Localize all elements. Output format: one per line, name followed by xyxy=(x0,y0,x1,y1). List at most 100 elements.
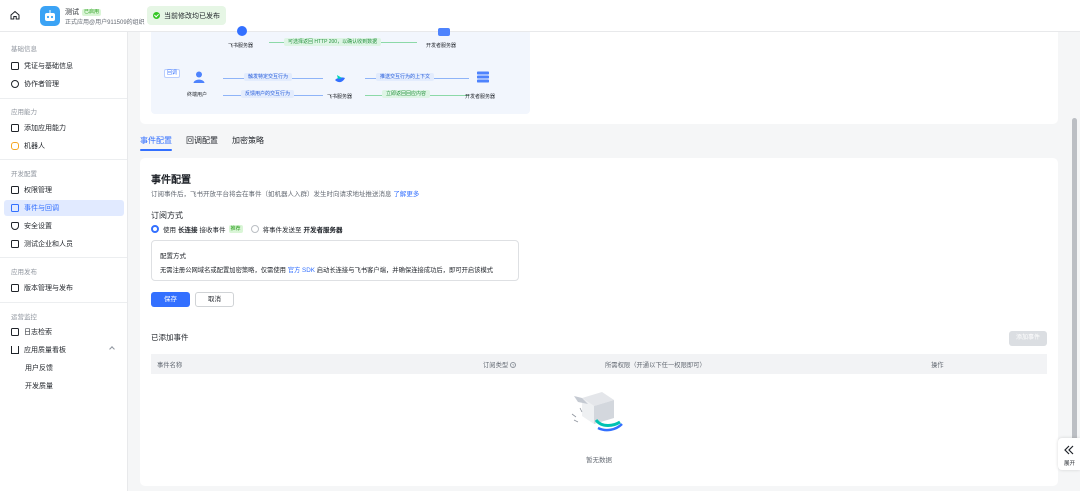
upload-icon xyxy=(11,284,19,292)
save-button[interactable]: 保存 xyxy=(151,292,190,307)
sidebar-group-title: 基础信息 xyxy=(11,46,37,53)
flow-diagram-card: 飞书服务器 可选择返回 HTTP 200，以确认收到数据 开发者服务器 回调 终… xyxy=(140,26,1058,124)
cancel-button[interactable]: 取消 xyxy=(195,292,234,307)
shield-icon xyxy=(11,222,19,230)
app-logo xyxy=(40,6,60,26)
dev-server-icon xyxy=(438,28,450,36)
expand-label: 展开 xyxy=(1064,461,1076,467)
sidebar-item-feedback[interactable]: 用户反馈 xyxy=(4,360,124,376)
feishu-logo-icon xyxy=(335,75,345,83)
app-name: 测试 已启用 xyxy=(65,7,102,17)
flow-diagram: 飞书服务器 可选择返回 HTTP 200，以确认收到数据 开发者服务器 回调 终… xyxy=(151,26,530,114)
expand-panel-button[interactable]: 展开 xyxy=(1058,438,1080,470)
diagram-pill: 推送交互行为的上下文 xyxy=(376,73,435,81)
diagram-tag: 回调 xyxy=(164,69,181,78)
event-config-card: 事件配置 订阅事件后，飞书开放平台将会在事件（如机器人入群）发生时向请求地址推送… xyxy=(140,158,1058,486)
sidebar: 基础信息 凭证与基础信息 协作者管理 应用能力 添加应用能力 机器人 开发配置 … xyxy=(0,32,128,491)
column-header-subscribe-type: 订阅类型? xyxy=(483,360,517,369)
sidebar-group-title: 开发配置 xyxy=(11,171,37,178)
diagram-label: 飞书服务器 xyxy=(228,43,254,49)
sidebar-item-test-org[interactable]: 测试企业和人员 xyxy=(4,236,124,252)
divider xyxy=(0,302,127,303)
description-text: 订阅事件后，飞书开放平台将会在事件（如机器人入群）发生时向请求地址推送消息 xyxy=(151,191,392,198)
column-header: 所需权限（开通以下任一权限即可） xyxy=(605,362,706,369)
page-scrollbar[interactable] xyxy=(1072,118,1077,456)
help-icon[interactable]: ? xyxy=(510,362,517,369)
server-rack-icon xyxy=(477,71,489,83)
events-table-header: 事件名称 订阅类型? 所需权限（开通以下任一权限即可） 操作 xyxy=(151,354,1047,374)
diagram-label: 飞书服务器 xyxy=(327,94,353,100)
recommended-badge: 推荐 xyxy=(228,225,243,233)
diagram-label: 开发者服务器 xyxy=(465,94,496,100)
config-text-prefix: 无需注册公网域名或配置加密策略，仅需使用 xyxy=(160,267,286,274)
subscribe-method-label: 订阅方式 xyxy=(151,211,183,220)
radio-label-bold: 开发者服务器 xyxy=(303,227,343,234)
column-header: 操作 xyxy=(931,362,944,369)
check-circle-icon xyxy=(153,12,160,19)
column-header: 订阅类型 xyxy=(483,362,509,369)
sidebar-item-label: 机器人 xyxy=(24,143,45,150)
radio-dev-server[interactable] xyxy=(250,225,259,233)
config-tabs: 事件配置 回调配置 加密策略 xyxy=(140,134,264,154)
divider xyxy=(0,159,127,160)
tab-callback-config[interactable]: 回调配置 xyxy=(186,134,218,154)
sidebar-item-versions[interactable]: 版本管理与发布 xyxy=(4,280,124,296)
divider xyxy=(0,98,127,99)
diagram-label: 终端用户 xyxy=(187,92,208,98)
user-icon xyxy=(11,80,19,88)
sidebar-item-label: 凭证与基础信息 xyxy=(24,63,73,70)
official-sdk-link[interactable]: 官方 SDK xyxy=(288,267,315,274)
added-events-title: 已添加事件 xyxy=(151,333,189,342)
lock-icon xyxy=(11,186,19,194)
config-method-title: 配置方式 xyxy=(160,253,186,260)
radio-long-connection[interactable] xyxy=(151,225,159,233)
app-subtitle: 正式应用@用户911509的组织 xyxy=(65,20,145,26)
config-text-suffix: 启动长连接与飞书客户端，并确保连接成功后，即可开启该模式 xyxy=(316,267,494,274)
tab-encryption[interactable]: 加密策略 xyxy=(232,134,264,154)
top-bar: 测试 已启用 正式应用@用户911509的组织 当前修改均已发布 xyxy=(0,0,1080,32)
sidebar-item-collaborators[interactable]: 协作者管理 xyxy=(4,76,124,92)
sidebar-item-label: 应用质量看板 xyxy=(24,347,66,354)
tab-event-config[interactable]: 事件配置 xyxy=(140,134,172,154)
home-icon[interactable] xyxy=(9,9,21,21)
publish-status-text: 当前修改均已发布 xyxy=(164,12,220,20)
publish-status: 当前修改均已发布 xyxy=(147,6,226,25)
sidebar-item-label: 测试企业和人员 xyxy=(24,241,73,248)
grid-icon xyxy=(11,124,19,132)
sidebar-item-bot[interactable]: 机器人 xyxy=(4,138,124,154)
sidebar-item-permissions[interactable]: 权限管理 xyxy=(4,182,124,198)
sidebar-item-label: 开发质量 xyxy=(25,383,53,390)
diagram-label: 开发者服务器 xyxy=(426,43,457,49)
sidebar-group-title: 应用发布 xyxy=(11,269,37,276)
config-method-box: 配置方式 无需注册公网域名或配置加密策略，仅需使用 官方 SDK 启动长连接与飞… xyxy=(151,240,519,281)
sidebar-item-security[interactable]: 安全设置 xyxy=(4,218,124,234)
chevron-up-icon[interactable] xyxy=(109,346,115,352)
learn-more-link[interactable]: 了解更多 xyxy=(393,191,419,198)
column-header: 事件名称 xyxy=(157,362,183,369)
sidebar-item-add-capability[interactable]: 添加应用能力 xyxy=(4,120,124,136)
diagram-pill: 立即返回回应内容 xyxy=(382,90,431,98)
radio-label-bold: 长连接 xyxy=(178,227,198,234)
diagram-pill: 可选择返回 HTTP 200，以确认收到数据 xyxy=(284,38,382,46)
sidebar-item-label: 日志检索 xyxy=(24,329,52,336)
sidebar-item-dev-quality[interactable]: 开发质量 xyxy=(4,378,124,394)
status-badge: 已启用 xyxy=(82,8,102,16)
sidebar-item-credentials[interactable]: 凭证与基础信息 xyxy=(4,58,124,74)
add-event-button[interactable]: 添加事件 xyxy=(1009,331,1047,346)
empty-state-text: 暂无数据 xyxy=(586,457,612,464)
sidebar-item-label: 版本管理与发布 xyxy=(24,285,73,292)
bot-icon xyxy=(11,142,19,150)
end-user-icon xyxy=(193,71,205,83)
sidebar-item-label: 安全设置 xyxy=(24,223,52,230)
sidebar-item-events[interactable]: 事件与回调 xyxy=(4,200,124,216)
radio-label-prefix: 将事件发送至 xyxy=(262,227,302,234)
sidebar-group-title: 应用能力 xyxy=(11,109,37,116)
diagram-pill: 反馈用户的交互行为 xyxy=(241,90,295,98)
radio-label-suffix: 接收事件 xyxy=(199,227,226,234)
section-title: 事件配置 xyxy=(151,175,191,186)
diagram-pill: 触发特定交互行为 xyxy=(244,73,293,81)
sidebar-item-label: 事件与回调 xyxy=(24,205,59,212)
sidebar-item-logs[interactable]: 日志检索 xyxy=(4,324,124,340)
event-icon xyxy=(11,204,19,212)
sidebar-item-quality-board[interactable]: 应用质量看板 xyxy=(4,342,124,358)
